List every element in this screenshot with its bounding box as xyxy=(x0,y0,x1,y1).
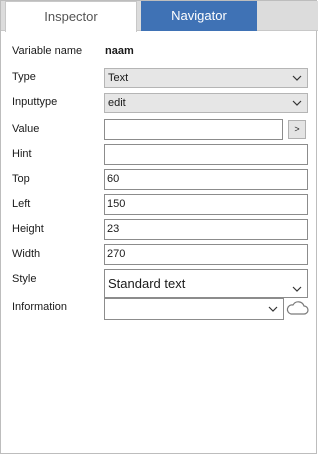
left-input[interactable]: 150 xyxy=(104,194,308,215)
height-input[interactable]: 23 xyxy=(104,219,308,240)
tab-navigator[interactable]: Navigator xyxy=(141,1,257,31)
hint-label: Hint xyxy=(12,148,32,160)
tab-inspector[interactable]: Inspector xyxy=(5,1,137,32)
information-label: Information xyxy=(12,301,68,313)
style-label: Style xyxy=(12,273,37,285)
hint-input[interactable] xyxy=(104,144,308,165)
variable-name-value: naam xyxy=(105,45,134,57)
top-label: Top xyxy=(12,173,30,185)
inputtype-select-value: edit xyxy=(108,97,126,109)
chevron-down-icon xyxy=(292,100,302,106)
left-label: Left xyxy=(12,198,31,210)
cloud-icon[interactable] xyxy=(285,299,309,317)
height-label: Height xyxy=(12,223,44,235)
style-select-value: Standard text xyxy=(108,276,186,291)
top-input[interactable]: 60 xyxy=(104,169,308,190)
width-input[interactable]: 270 xyxy=(104,244,308,265)
value-input[interactable] xyxy=(104,119,283,140)
type-label: Type xyxy=(12,71,36,83)
type-select-value: Text xyxy=(108,72,129,84)
value-expand-button[interactable]: > xyxy=(288,120,306,139)
value-label: Value xyxy=(12,123,40,135)
type-select[interactable]: Text xyxy=(104,68,308,88)
chevron-down-icon xyxy=(268,306,278,312)
variable-name-label: Variable name xyxy=(12,45,83,57)
style-select[interactable]: Standard text xyxy=(104,269,308,298)
information-select[interactable] xyxy=(104,298,284,320)
inputtype-label: Inputtype xyxy=(12,96,58,108)
chevron-down-icon xyxy=(292,286,302,292)
chevron-down-icon xyxy=(292,75,302,81)
inspector-panel: Inspector Navigator Variable name naam T… xyxy=(0,0,318,454)
inputtype-select[interactable]: edit xyxy=(104,93,308,113)
tab-bar: Inspector Navigator xyxy=(1,1,318,32)
width-label: Width xyxy=(12,248,41,260)
